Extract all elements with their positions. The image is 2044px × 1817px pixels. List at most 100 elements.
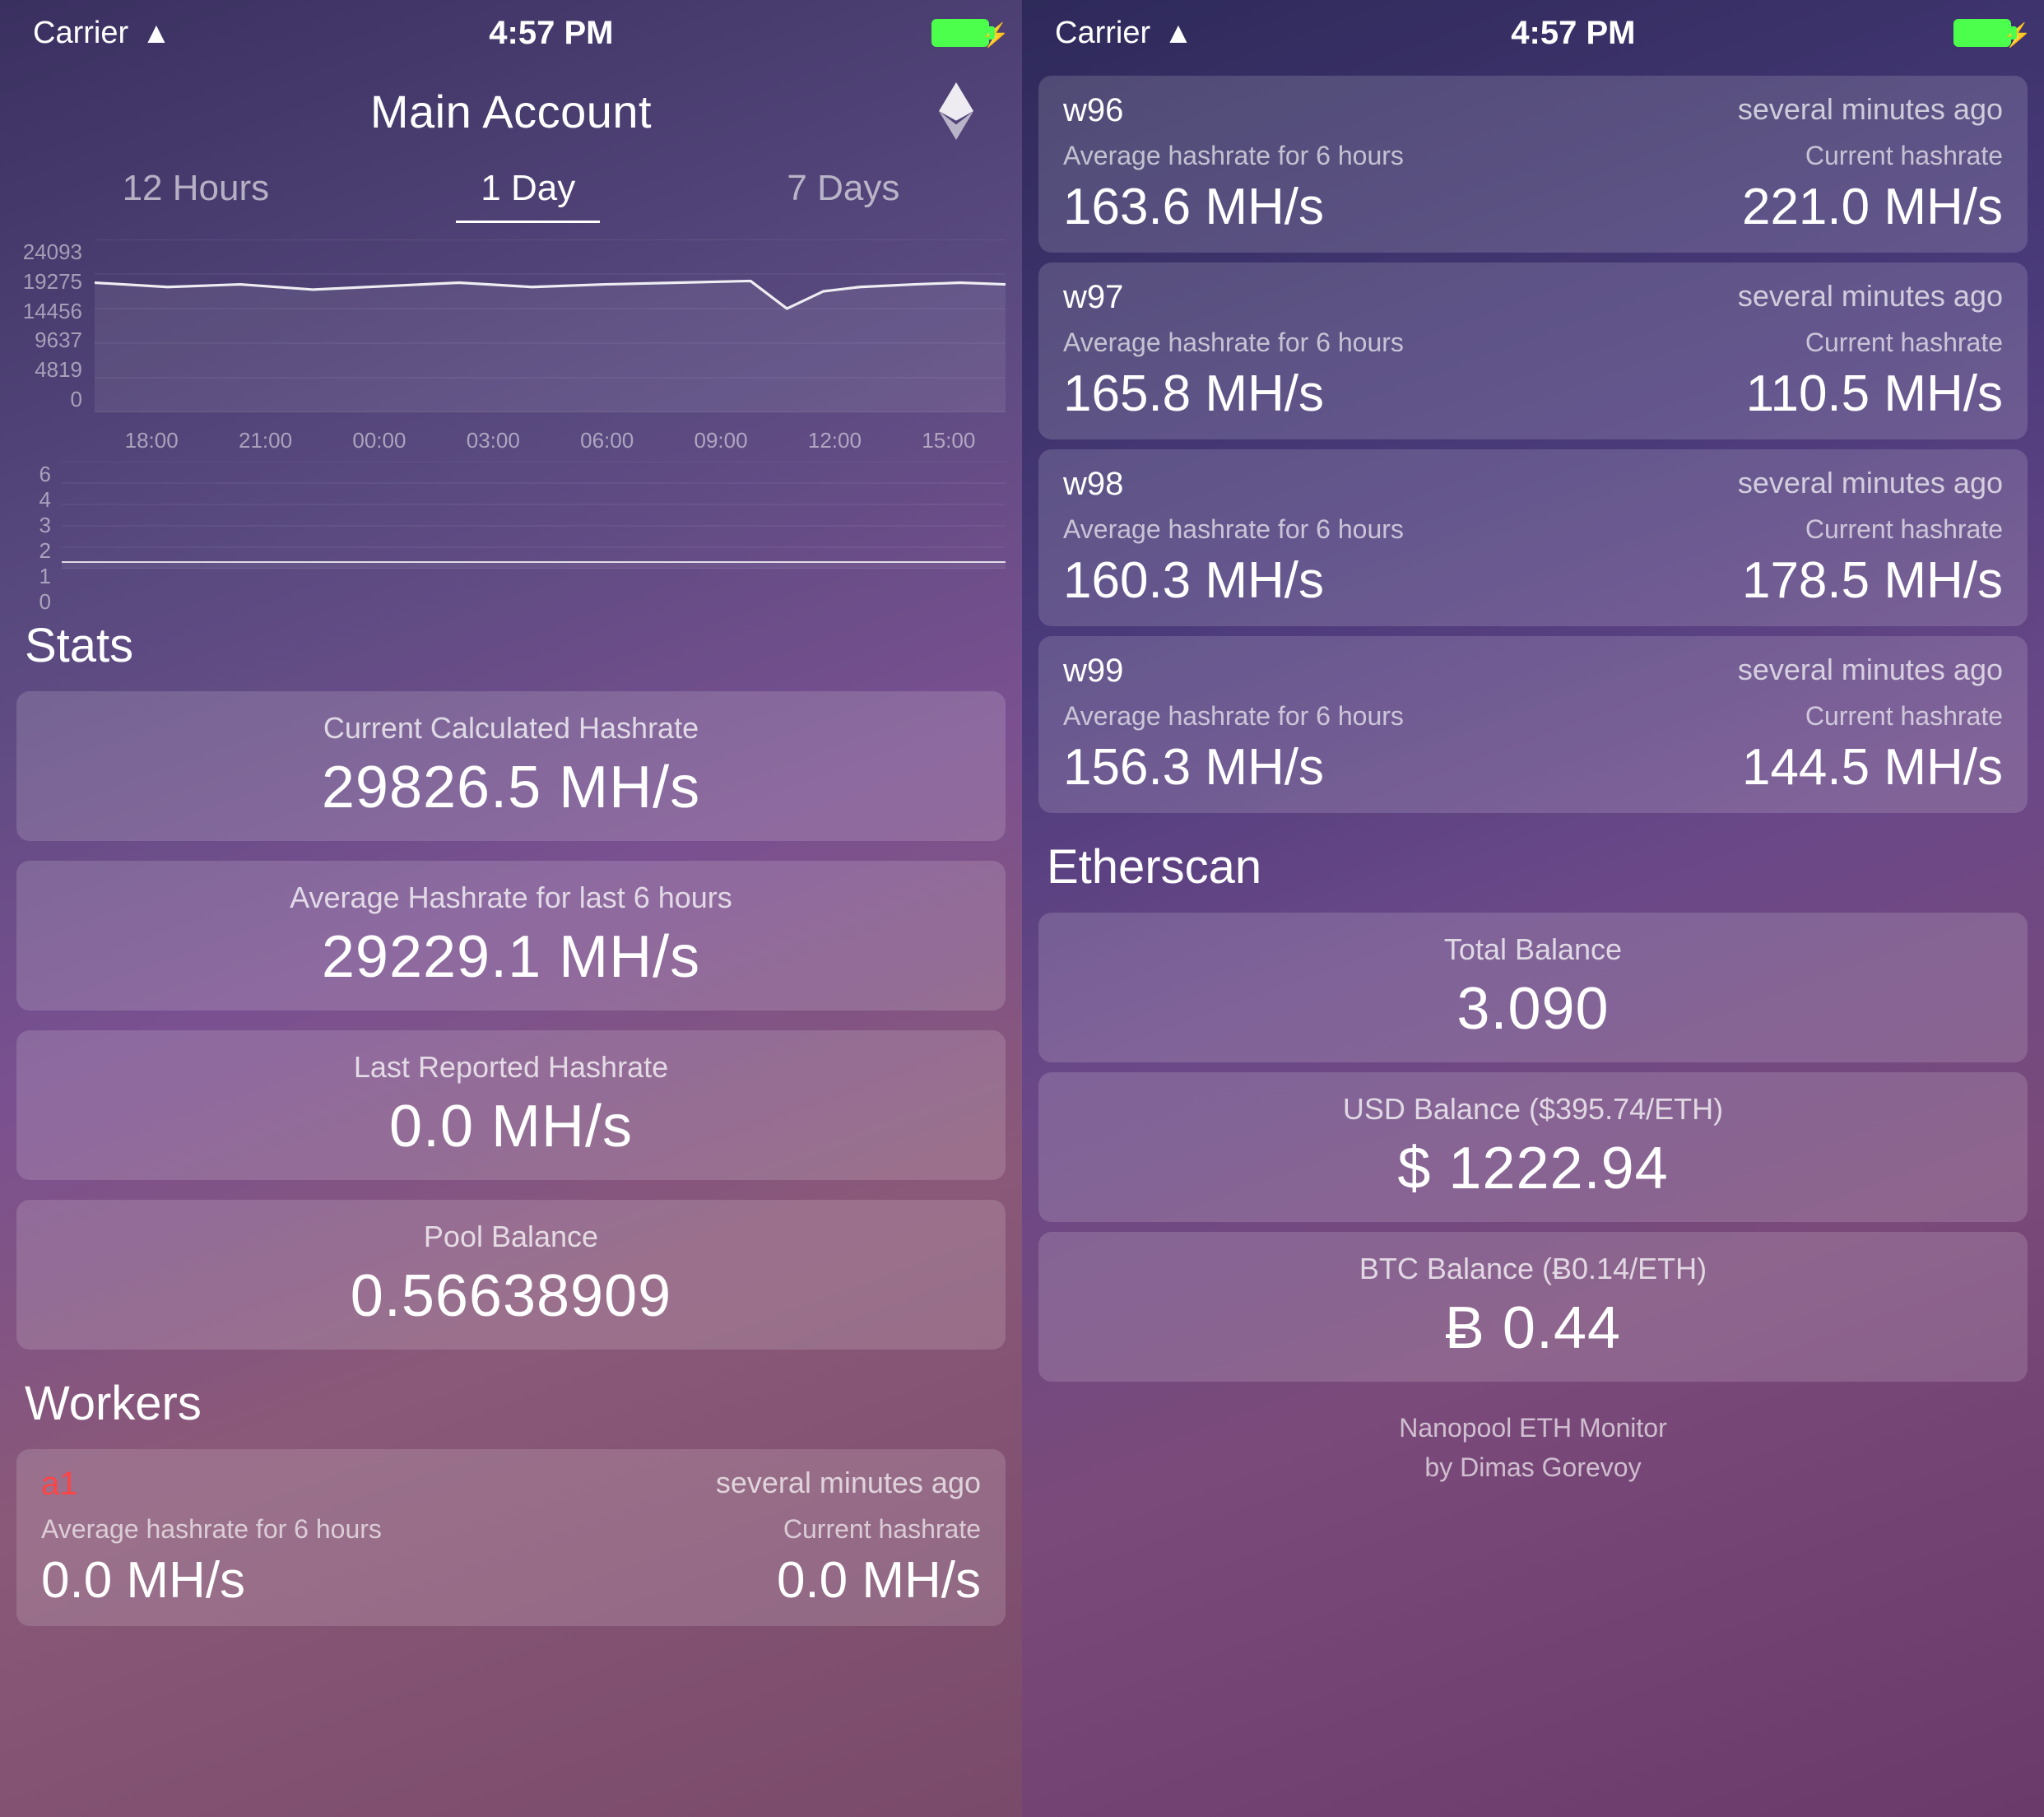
battery-bolt-right: ⚡ xyxy=(2003,21,2032,49)
worker-avg-stat-a1: Average hashrate for 6 hours 0.0 MH/s xyxy=(41,1514,511,1610)
worker-stats-right-w98: Average hashrate for 6 hours 160.3 MH/s … xyxy=(1063,514,2003,610)
stat-card-0: Current Calculated Hashrate 29826.5 MH/s xyxy=(16,691,1006,841)
x-label-5: 09:00 xyxy=(694,428,748,453)
carrier-left: Carrier ▲ xyxy=(33,16,171,51)
worker-card-right-w97: w97 several minutes ago Average hashrate… xyxy=(1038,263,2028,439)
y2-label-2: 3 xyxy=(16,513,51,538)
y-label-4: 4819 xyxy=(16,357,82,383)
worker-header-a1: a1 several minutes ago xyxy=(41,1466,981,1503)
worker-card-right-w98: w98 several minutes ago Average hashrate… xyxy=(1038,449,2028,626)
etherscan-value-2: Ƀ 0.44 xyxy=(1063,1294,2003,1362)
worker-cur-right-w99: Current hashrate 144.5 MH/s xyxy=(1533,701,2003,797)
stat-label-2: Last Reported Hashrate xyxy=(41,1050,981,1085)
x-label-3: 03:00 xyxy=(467,428,520,453)
workers-section-label-left: Workers xyxy=(0,1359,1022,1439)
worker-name-right-w98: w98 xyxy=(1063,466,1123,503)
stat-value-0: 29826.5 MH/s xyxy=(41,754,981,821)
etherscan-card-2: BTC Balance (Ƀ0.14/ETH) Ƀ 0.44 xyxy=(1038,1232,2028,1382)
x-label-1: 21:00 xyxy=(239,428,292,453)
stat-value-1: 29229.1 MH/s xyxy=(41,923,981,991)
mini-chart-area: 6 4 3 2 1 0 xyxy=(16,462,1006,593)
worker-card-right-w96: w96 several minutes ago Average hashrate… xyxy=(1038,76,2028,253)
wifi-icon-right: ▲ xyxy=(1164,16,1193,50)
battery-icon-left: ⚡ xyxy=(931,19,989,47)
right-workers-container: w96 several minutes ago Average hashrate… xyxy=(1022,66,2044,823)
y2-label-3: 2 xyxy=(16,538,51,564)
right-panel: Carrier ▲ 4:57 PM ⚡ w96 several minutes … xyxy=(1022,0,2044,1817)
time-right: 4:57 PM xyxy=(1511,15,1635,52)
worker-header-right-w98: w98 several minutes ago xyxy=(1063,466,2003,503)
eth-logo xyxy=(931,82,981,140)
worker-stats-right-w97: Average hashrate for 6 hours 165.8 MH/s … xyxy=(1063,328,2003,423)
worker-cur-stat-a1: Current hashrate 0.0 MH/s xyxy=(511,1514,981,1610)
stat-label-0: Current Calculated Hashrate xyxy=(41,711,981,746)
time-left: 4:57 PM xyxy=(489,15,613,52)
etherscan-container: Total Balance 3.090 USD Balance ($395.74… xyxy=(1022,903,2044,1392)
worker-cur-right-w98: Current hashrate 178.5 MH/s xyxy=(1533,514,2003,610)
y-label-2: 14456 xyxy=(16,299,82,324)
worker-time-right-w97: several minutes ago xyxy=(1738,279,2003,316)
x-label-6: 12:00 xyxy=(808,428,862,453)
mini-chart-svg xyxy=(62,462,1006,569)
y-label-1: 19275 xyxy=(16,269,82,295)
worker-avg-right-w98: Average hashrate for 6 hours 160.3 MH/s xyxy=(1063,514,1533,610)
carrier-text-right: Carrier xyxy=(1055,16,1150,51)
stat-card-2: Last Reported Hashrate 0.0 MH/s xyxy=(16,1030,1006,1180)
y-label-5: 0 xyxy=(16,387,82,412)
stat-card-1: Average Hashrate for last 6 hours 29229.… xyxy=(16,861,1006,1011)
worker-header-right-w96: w96 several minutes ago xyxy=(1063,92,2003,129)
worker-avg-right-w97: Average hashrate for 6 hours 165.8 MH/s xyxy=(1063,328,1533,423)
etherscan-label-1: USD Balance ($395.74/ETH) xyxy=(1063,1092,2003,1127)
y-label-0: 24093 xyxy=(16,239,82,265)
stat-value-2: 0.0 MH/s xyxy=(41,1093,981,1160)
worker-time-right-w98: several minutes ago xyxy=(1738,466,2003,503)
worker-avg-right-w96: Average hashrate for 6 hours 163.6 MH/s xyxy=(1063,141,1533,236)
etherscan-value-1: $ 1222.94 xyxy=(1063,1135,2003,1202)
stat-label-1: Average Hashrate for last 6 hours xyxy=(41,881,981,915)
worker-cur-value-a1: 0.0 MH/s xyxy=(511,1551,981,1610)
status-icons-right: ⚡ xyxy=(1953,19,2011,47)
x-label-2: 00:00 xyxy=(352,428,406,453)
left-panel: Carrier ▲ 4:57 PM ⚡ Main Account 12 Hour… xyxy=(0,0,1022,1817)
worker-avg-label-a1: Average hashrate for 6 hours xyxy=(41,1514,511,1545)
y2-label-4: 1 xyxy=(16,564,51,589)
worker-stats-a1: Average hashrate for 6 hours 0.0 MH/s Cu… xyxy=(41,1514,981,1610)
carrier-right: Carrier ▲ xyxy=(1055,16,1193,51)
y2-label-5: 0 xyxy=(16,589,51,615)
wifi-icon-left: ▲ xyxy=(142,16,171,50)
worker-header-right-w99: w99 several minutes ago xyxy=(1063,653,2003,690)
app-header: Main Account xyxy=(0,66,1022,156)
etherscan-value-0: 3.090 xyxy=(1063,975,2003,1043)
worker-name-right-w99: w99 xyxy=(1063,653,1123,690)
etherscan-label-2: BTC Balance (Ƀ0.14/ETH) xyxy=(1063,1252,2003,1286)
worker-time-right-w96: several minutes ago xyxy=(1738,92,2003,129)
stat-card-3: Pool Balance 0.56638909 xyxy=(16,1200,1006,1350)
x-label-0: 18:00 xyxy=(125,428,179,453)
footer-line2: by Dimas Gorevoy xyxy=(1424,1452,1641,1482)
stat-value-3: 0.56638909 xyxy=(41,1262,981,1330)
hashrate-chart-svg xyxy=(95,239,1006,412)
tab-1day[interactable]: 1 Day xyxy=(456,156,600,223)
worker-header-right-w97: w97 several minutes ago xyxy=(1063,279,2003,316)
worker-name-right-w96: w96 xyxy=(1063,92,1123,129)
worker-time-right-w99: several minutes ago xyxy=(1738,653,2003,690)
worker-stats-right-w99: Average hashrate for 6 hours 156.3 MH/s … xyxy=(1063,701,2003,797)
battery-bolt-left: ⚡ xyxy=(981,21,1010,49)
y2-label-1: 4 xyxy=(16,487,51,513)
battery-icon-right: ⚡ xyxy=(1953,19,2011,47)
tab-7days[interactable]: 7 Days xyxy=(762,156,924,223)
footer-text: Nanopool ETH Monitor by Dimas Gorevoy xyxy=(1022,1392,2044,1512)
worker-name-right-w97: w97 xyxy=(1063,279,1123,316)
carrier-text-left: Carrier xyxy=(33,16,128,51)
chart-y2-axis: 6 4 3 2 1 0 xyxy=(16,462,58,569)
status-icons-left: ⚡ xyxy=(931,19,989,47)
status-bar-right: Carrier ▲ 4:57 PM ⚡ xyxy=(1022,0,2044,66)
tab-12hours[interactable]: 12 Hours xyxy=(98,156,295,223)
worker-cur-right-w96: Current hashrate 221.0 MH/s xyxy=(1533,141,2003,236)
footer-line1: Nanopool ETH Monitor xyxy=(1399,1413,1666,1443)
worker-avg-value-a1: 0.0 MH/s xyxy=(41,1551,511,1610)
worker-time-a1: several minutes ago xyxy=(716,1466,981,1503)
worker-name-a1: a1 xyxy=(41,1466,78,1503)
etherscan-card-0: Total Balance 3.090 xyxy=(1038,913,2028,1062)
chart-y-axis: 24093 19275 14456 9637 4819 0 xyxy=(16,239,91,412)
